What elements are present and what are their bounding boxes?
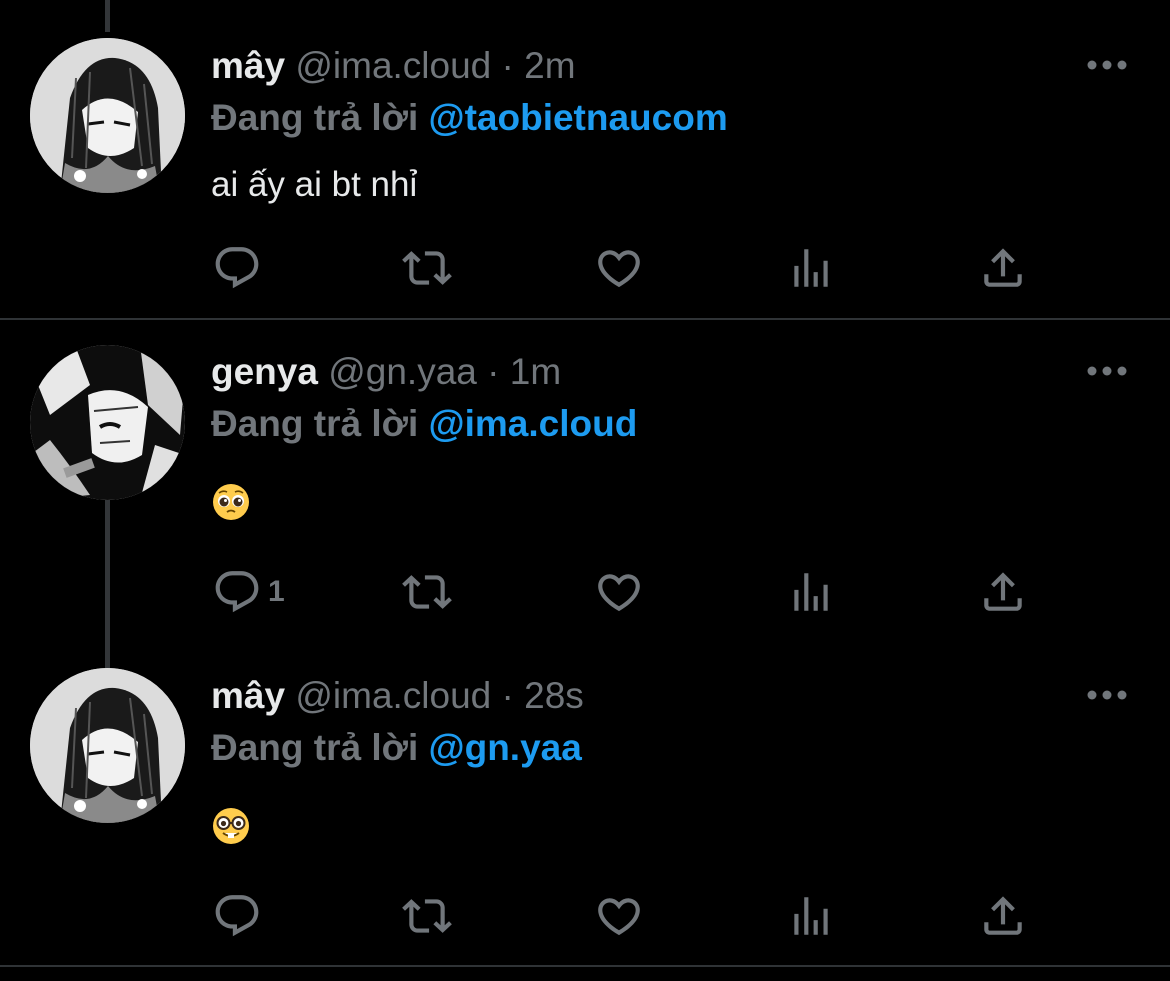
avatar[interactable]: [30, 345, 185, 500]
like-button[interactable]: [594, 564, 644, 620]
action-bar: 1: [0, 564, 1170, 620]
views-button[interactable]: [786, 888, 836, 944]
separator: ·: [501, 45, 514, 86]
views-icon: [786, 891, 836, 941]
reply-button[interactable]: [212, 240, 268, 296]
reply-prefix: Đang trả lời: [211, 403, 419, 444]
handle[interactable]: @ima.cloud: [295, 675, 491, 716]
tweet-3[interactable]: mây @ima.cloud · 28s Đang trả lời @gn.ya…: [0, 660, 1170, 965]
tweet-1[interactable]: mây @ima.cloud · 2m Đang trả lời @taobie…: [0, 0, 1170, 318]
handle[interactable]: @ima.cloud: [295, 45, 491, 86]
heart-icon: [594, 567, 644, 617]
replying-to: Đang trả lời @ima.cloud: [211, 402, 637, 446]
tweet-text: ai ấy ai bt nhỉ: [211, 165, 418, 204]
pleading-face-emoji: [213, 484, 249, 520]
replying-to: Đang trả lời @taobietnaucom: [211, 96, 728, 140]
tweet-emoji: [211, 482, 251, 527]
nerd-face-emoji: [213, 808, 249, 844]
reply-icon: [212, 243, 262, 293]
retweet-button[interactable]: [402, 564, 452, 620]
heart-icon: [594, 891, 644, 941]
replying-to: Đang trả lời @gn.yaa: [211, 726, 582, 770]
tweet-header: genya @gn.yaa · 1m: [211, 350, 561, 394]
like-button[interactable]: [594, 888, 644, 944]
tweet-2[interactable]: genya @gn.yaa · 1m Đang trả lời @ima.clo…: [0, 320, 1170, 660]
timestamp[interactable]: 28s: [524, 675, 584, 716]
avatar-image: [30, 668, 185, 823]
retweet-button[interactable]: [402, 888, 452, 944]
separator: ·: [501, 675, 514, 716]
divider: [0, 965, 1170, 967]
retweet-icon: [402, 567, 452, 617]
more-icon[interactable]: [1086, 58, 1128, 72]
timestamp[interactable]: 2m: [524, 45, 575, 86]
like-button[interactable]: [594, 240, 644, 296]
reply-prefix: Đang trả lời: [211, 727, 419, 768]
handle[interactable]: @gn.yaa: [328, 351, 477, 392]
more-icon[interactable]: [1086, 364, 1128, 378]
views-icon: [786, 243, 836, 293]
retweet-button[interactable]: [402, 240, 452, 296]
timestamp[interactable]: 1m: [510, 351, 561, 392]
share-icon: [978, 243, 1028, 293]
reply-mention-link[interactable]: @ima.cloud: [429, 403, 638, 444]
reply-prefix: Đang trả lời: [211, 97, 419, 138]
retweet-icon: [402, 243, 452, 293]
avatar[interactable]: [30, 668, 185, 823]
avatar-image: [30, 38, 185, 193]
separator: ·: [487, 351, 500, 392]
display-name[interactable]: mây: [211, 45, 285, 86]
views-button[interactable]: [786, 240, 836, 296]
views-icon: [786, 567, 836, 617]
tweet-emoji: [211, 806, 251, 851]
share-button[interactable]: [978, 888, 1028, 944]
share-icon: [978, 891, 1028, 941]
views-button[interactable]: [786, 564, 836, 620]
reply-button[interactable]: 1: [212, 564, 285, 620]
display-name[interactable]: genya: [211, 351, 318, 392]
reply-button[interactable]: [212, 888, 268, 944]
share-icon: [978, 567, 1028, 617]
reply-mention-link[interactable]: @gn.yaa: [429, 727, 582, 768]
reply-icon: [212, 567, 262, 617]
reply-count: 1: [268, 575, 285, 608]
display-name[interactable]: mây: [211, 675, 285, 716]
tweet-header: mây @ima.cloud · 28s: [211, 674, 584, 718]
retweet-icon: [402, 891, 452, 941]
avatar[interactable]: [30, 38, 185, 193]
share-button[interactable]: [978, 564, 1028, 620]
action-bar: [0, 240, 1170, 296]
reply-icon: [212, 891, 262, 941]
share-button[interactable]: [978, 240, 1028, 296]
action-bar: [0, 888, 1170, 944]
heart-icon: [594, 243, 644, 293]
avatar-image: [30, 345, 185, 500]
more-icon[interactable]: [1086, 688, 1128, 702]
reply-mention-link[interactable]: @taobietnaucom: [429, 97, 728, 138]
tweet-header: mây @ima.cloud · 2m: [211, 44, 576, 88]
